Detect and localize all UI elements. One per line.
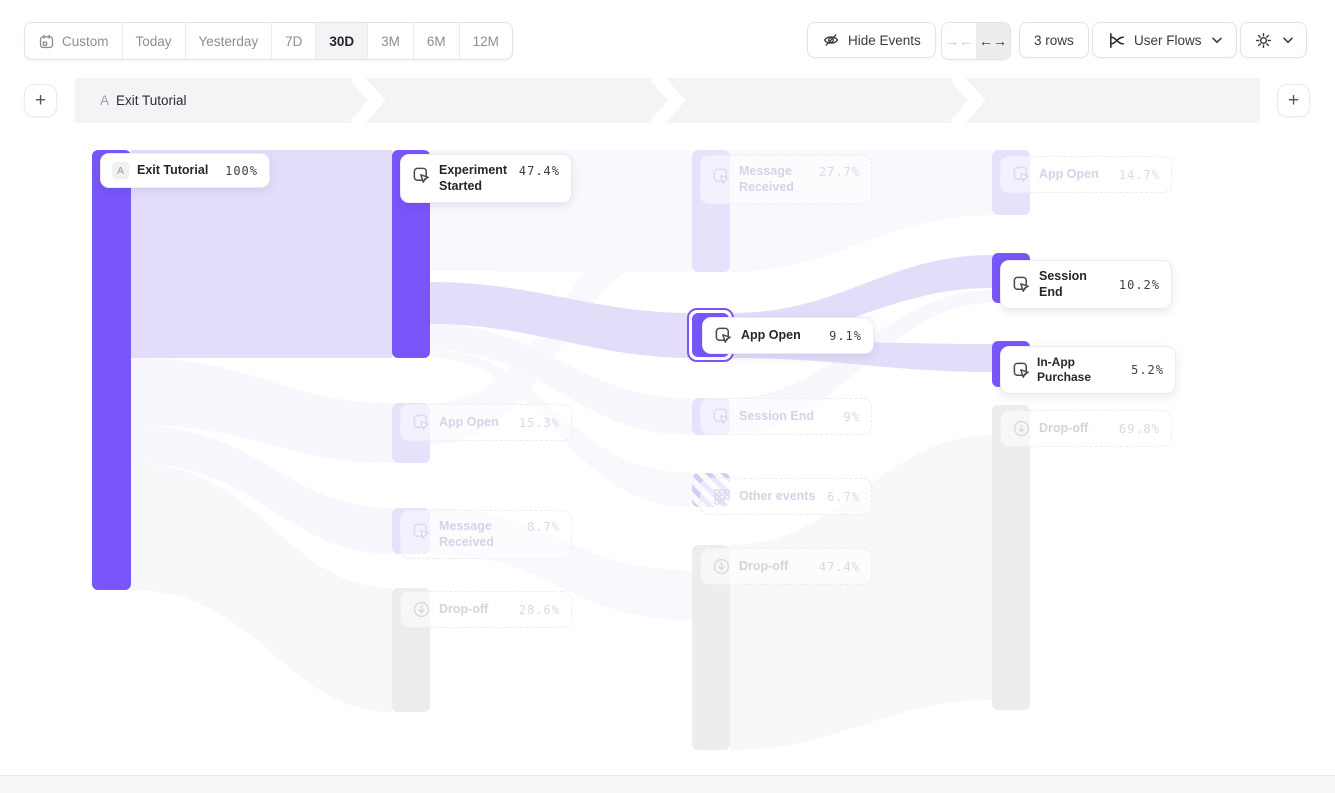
step-banner[interactable]: A Exit Tutorial <box>75 78 1260 123</box>
node-label: Message Received <box>439 519 519 550</box>
node-label: App Open <box>1039 167 1099 183</box>
expand-columns-button[interactable]: ←→ <box>976 23 1010 59</box>
node-percent: 100% <box>225 164 258 178</box>
event-icon <box>412 166 431 185</box>
rows-button[interactable]: 3 rows <box>1019 22 1089 58</box>
rows-label: 3 rows <box>1034 33 1074 48</box>
step-name: Exit Tutorial <box>116 93 187 108</box>
node-card-dropoff-c4[interactable]: Drop-off 69.8% <box>1000 410 1172 447</box>
grid-icon <box>712 487 731 506</box>
footer-strip <box>0 775 1335 793</box>
node-percent: 15.3% <box>519 416 560 430</box>
add-step-button-left[interactable]: + <box>24 84 57 117</box>
node-card-app-open-c4[interactable]: App Open 14.7% <box>1000 156 1172 193</box>
node-label: Drop-off <box>1039 421 1088 437</box>
hide-events-label: Hide Events <box>848 33 921 48</box>
view-label: User Flows <box>1134 33 1202 48</box>
step-letter-badge: A <box>112 162 129 179</box>
node-percent: 9.1% <box>829 329 862 343</box>
node-card-session-end-c4[interactable]: Session End 10.2% <box>1000 260 1172 309</box>
node-percent: 69.8% <box>1119 422 1160 436</box>
user-flows-screen: Custom Today Yesterday 7D 30D 3M 6M 12M … <box>0 0 1335 793</box>
date-range-3m[interactable]: 3M <box>368 23 414 59</box>
node-card-other-events-c3[interactable]: Other events 6.7% <box>700 478 872 515</box>
date-range-yesterday[interactable]: Yesterday <box>186 23 273 59</box>
node-bar-exit-tutorial[interactable] <box>92 150 131 590</box>
node-label: Message Received <box>739 164 811 195</box>
expand-icon: ←→ <box>979 33 1007 49</box>
plus-icon: + <box>1288 90 1299 112</box>
node-card-dropoff-c3[interactable]: Drop-off 47.4% <box>700 548 872 585</box>
node-label: Drop-off <box>739 559 788 575</box>
banner-chevron-icon <box>347 78 397 123</box>
step-banner-label: A Exit Tutorial <box>100 78 187 123</box>
date-range-today[interactable]: Today <box>123 23 186 59</box>
banner-chevron-icon <box>647 78 697 123</box>
date-range-12m[interactable]: 12M <box>460 23 512 59</box>
chevron-down-icon <box>1283 37 1293 44</box>
event-icon <box>1012 165 1031 184</box>
event-icon <box>412 522 431 541</box>
banner-chevron-icon <box>947 78 997 123</box>
node-card-app-open-c3[interactable]: App Open 9.1% <box>702 317 874 354</box>
node-label: Session End <box>739 409 814 425</box>
node-card-message-received-c2[interactable]: Message Received 8.7% <box>400 510 572 559</box>
gear-icon <box>1254 31 1273 50</box>
date-range-label: Custom <box>62 34 109 49</box>
date-range-7d[interactable]: 7D <box>272 23 316 59</box>
event-icon <box>1012 275 1031 294</box>
dropoff-icon <box>712 557 731 576</box>
hide-events-button[interactable]: Hide Events <box>807 22 936 58</box>
node-percent: 8.7% <box>527 520 560 534</box>
node-label: Session End <box>1039 269 1111 300</box>
event-icon <box>412 413 431 432</box>
node-label: App Open <box>741 328 801 344</box>
node-card-exit-tutorial[interactable]: A Exit Tutorial 100% <box>100 153 270 188</box>
node-label: Drop-off <box>439 602 488 618</box>
date-range-30d[interactable]: 30D <box>316 23 368 59</box>
add-step-button-right[interactable]: + <box>1277 84 1310 117</box>
flows-chart-icon <box>1107 31 1126 50</box>
node-percent: 10.2% <box>1119 278 1160 292</box>
node-percent: 6.7% <box>827 490 860 504</box>
settings-button[interactable] <box>1240 22 1307 58</box>
chevron-down-icon <box>1212 37 1222 44</box>
node-label: App Open <box>439 415 499 431</box>
calendar-icon <box>38 33 55 50</box>
view-selector-button[interactable]: User Flows <box>1092 22 1237 58</box>
node-card-experiment-started[interactable]: Experiment Started 47.4% <box>400 154 572 203</box>
event-icon <box>1012 361 1031 380</box>
node-label: Experiment Started <box>439 163 511 194</box>
node-percent: 14.7% <box>1119 168 1160 182</box>
node-card-in-app-purchase-c4[interactable]: In-App Purchase 5.2% <box>1000 346 1176 394</box>
dropoff-icon <box>412 600 431 619</box>
column-width-toggle: →← ←→ <box>941 22 1011 60</box>
event-icon <box>712 407 731 426</box>
node-bar-dropoff-c4[interactable] <box>992 405 1030 710</box>
node-card-dropoff-c2[interactable]: Drop-off 28.6% <box>400 591 572 628</box>
dropoff-icon <box>1012 419 1031 438</box>
node-label: Other events <box>739 489 815 505</box>
node-label: Exit Tutorial <box>137 163 208 179</box>
node-percent: 47.4% <box>819 560 860 574</box>
eye-off-icon <box>822 31 840 49</box>
collapse-icon: →← <box>945 33 973 49</box>
date-range-6m[interactable]: 6M <box>414 23 460 59</box>
plus-icon: + <box>35 90 46 112</box>
node-label: In-App Purchase <box>1037 355 1125 385</box>
node-card-app-open-c2[interactable]: App Open 15.3% <box>400 404 572 441</box>
date-range-selector: Custom Today Yesterday 7D 30D 3M 6M 12M <box>24 22 513 60</box>
node-card-message-received-c3[interactable]: Message Received 27.7% <box>700 155 872 204</box>
event-icon <box>712 167 731 186</box>
node-percent: 47.4% <box>519 164 560 178</box>
node-card-session-end-c3[interactable]: Session End 9% <box>700 398 872 435</box>
step-letter: A <box>100 93 109 108</box>
event-icon <box>714 326 733 345</box>
node-percent: 28.6% <box>519 603 560 617</box>
node-percent: 9% <box>844 410 860 424</box>
node-percent: 5.2% <box>1131 363 1164 377</box>
date-range-custom[interactable]: Custom <box>25 23 123 59</box>
node-percent: 27.7% <box>819 165 860 179</box>
collapse-columns-button[interactable]: →← <box>942 23 976 59</box>
